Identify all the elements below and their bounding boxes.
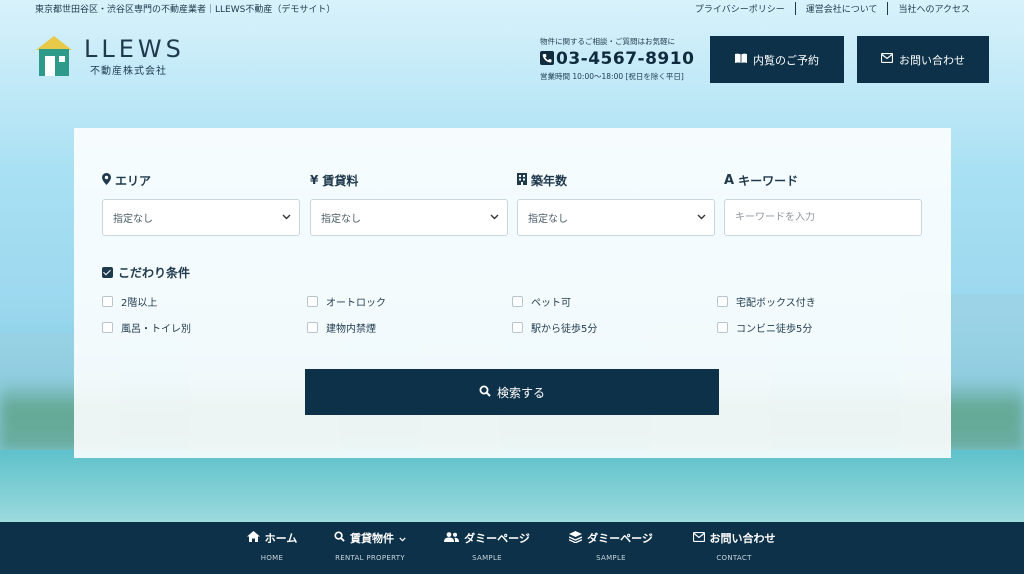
condition-option[interactable]: 建物内禁煙: [307, 320, 376, 335]
area-select-value: 指定なし: [113, 214, 153, 225]
top-bar: 東京都世田谷区・渋谷区専門の不動産業者｜LLEWS不動産（デモサイト） プライバ…: [0, 0, 1024, 16]
privacy-policy-link[interactable]: プライバシーポリシー: [685, 2, 795, 15]
search-panel: エリア 指定なし ¥ 賃貸料 指定なし 築年数 指定なし A キーワード キーワ…: [74, 128, 951, 458]
layers-icon: [568, 530, 583, 546]
building-age-field: 築年数 指定なし: [517, 172, 715, 236]
condition-checkbox[interactable]: [102, 322, 113, 333]
chevron-down-icon: [282, 212, 291, 223]
nav-sublabel: RENTAL PROPERTY: [335, 554, 405, 562]
contact-lead: 物件に関するご相談・ご質問はお気軽に: [540, 37, 675, 46]
condition-label: 駅から徒歩5分: [531, 324, 598, 335]
search-icon: [479, 385, 491, 400]
global-nav: ホーム HOME 賃貸物件 RENTAL PROPERTY ダミーページ SAM…: [0, 522, 1024, 574]
rent-select-value: 指定なし: [321, 214, 361, 225]
condition-checkbox[interactable]: [307, 296, 318, 307]
users-icon: [444, 531, 460, 545]
condition-option[interactable]: コンビニ徒歩5分: [717, 320, 812, 335]
logo-subtitle: 不動産株式会社: [90, 66, 167, 77]
chevron-down-icon: [399, 532, 406, 545]
conditions-title: こだわり条件: [118, 266, 191, 280]
nav-item-contact[interactable]: お問い合わせ CONTACT: [686, 530, 782, 562]
area-select[interactable]: 指定なし: [102, 199, 300, 236]
area-field: エリア 指定なし: [102, 172, 300, 236]
site-tagline: 東京都世田谷区・渋谷区専門の不動産業者｜LLEWS不動産（デモサイト）: [35, 5, 336, 15]
condition-checkbox[interactable]: [102, 296, 113, 307]
site-logo[interactable]: LLEWS 不動産株式会社: [36, 36, 185, 77]
keyword-input-wrap: [724, 199, 922, 236]
chevron-down-icon: [490, 212, 499, 223]
rent-select[interactable]: 指定なし: [310, 199, 508, 236]
envelope-icon: [692, 531, 705, 545]
check-square-icon: [102, 267, 113, 278]
yen-icon: ¥: [310, 173, 319, 187]
search-submit-label: 検索する: [496, 385, 545, 400]
condition-checkbox[interactable]: [717, 322, 728, 333]
nav-item-sample-1[interactable]: ダミーページ SAMPLE: [438, 530, 536, 562]
condition-option[interactable]: 駅から徒歩5分: [512, 320, 597, 335]
nav-sublabel: CONTACT: [716, 554, 752, 562]
chevron-down-icon: [697, 212, 706, 223]
envelope-icon: [880, 52, 894, 66]
viewing-reservation-button[interactable]: 内覧のご予約: [710, 36, 844, 83]
condition-label: 宅配ボックス付き: [736, 298, 816, 309]
access-link[interactable]: 当社へのアクセス: [887, 2, 980, 15]
house-logo-icon: [36, 36, 72, 76]
condition-checkbox[interactable]: [717, 296, 728, 307]
condition-label: 建物内禁煙: [326, 324, 376, 335]
keyword-field: A キーワード: [724, 172, 922, 236]
nav-label: 賃貸物件: [350, 532, 394, 545]
condition-checkbox[interactable]: [512, 296, 523, 307]
utility-links: プライバシーポリシー 運営会社について 当社へのアクセス: [685, 2, 980, 15]
nav-sublabel: SAMPLE: [472, 554, 502, 562]
reserve-label: 内覧のご予約: [753, 53, 819, 67]
condition-label: 2階以上: [121, 298, 158, 309]
home-icon: [246, 531, 260, 545]
phone-number[interactable]: 03-4567-8910: [556, 49, 694, 69]
nav-label: ダミーページ: [464, 532, 530, 545]
condition-option[interactable]: 2階以上: [102, 294, 157, 309]
business-hours: 営業時間 10:00〜18:00 [祝日を除く平日]: [540, 72, 684, 81]
building-age-select[interactable]: 指定なし: [517, 199, 715, 236]
area-label: エリア: [115, 173, 152, 188]
condition-label: コンビニ徒歩5分: [736, 324, 813, 335]
conditions-heading: こだわり条件: [102, 264, 190, 281]
condition-option[interactable]: 宅配ボックス付き: [717, 294, 816, 309]
condition-option[interactable]: オートロック: [307, 294, 386, 309]
nav-sublabel: SAMPLE: [596, 554, 626, 562]
condition-option[interactable]: ペット可: [512, 294, 571, 309]
condition-checkbox[interactable]: [307, 322, 318, 333]
logo-name: LLEWS: [84, 35, 185, 63]
condition-checkbox[interactable]: [512, 322, 523, 333]
rent-field: ¥ 賃貸料 指定なし: [310, 172, 508, 236]
building-age-select-value: 指定なし: [528, 214, 568, 225]
font-icon: A: [724, 172, 735, 188]
nav-label: お問い合わせ: [709, 532, 776, 545]
phone-icon: [540, 50, 554, 69]
nav-label: ホーム: [264, 532, 298, 545]
nav-label: ダミーページ: [587, 532, 653, 545]
nav-sublabel: HOME: [260, 554, 284, 562]
book-icon: [735, 53, 747, 66]
condition-label: オートロック: [326, 298, 386, 309]
condition-option[interactable]: 風呂・トイレ別: [102, 320, 191, 335]
building-icon: [517, 172, 527, 188]
inquiry-label: お問い合わせ: [899, 53, 965, 67]
nav-item-home[interactable]: ホーム HOME: [240, 530, 304, 562]
keyword-label: キーワード: [738, 173, 799, 188]
building-age-label: 築年数: [531, 173, 568, 188]
condition-label: 風呂・トイレ別: [121, 324, 191, 335]
inquiry-button[interactable]: お問い合わせ: [857, 36, 989, 83]
nav-item-sample-2[interactable]: ダミーページ SAMPLE: [562, 530, 660, 562]
company-info-link[interactable]: 運営会社について: [794, 2, 888, 15]
keyword-input[interactable]: [735, 212, 913, 223]
phone-contact: 物件に関するご相談・ご質問はお気軽に 03-4567-8910 営業時間 10:…: [540, 36, 700, 82]
condition-label: ペット可: [531, 298, 571, 309]
map-pin-icon: [102, 172, 111, 188]
search-icon: [334, 531, 345, 545]
nav-item-rental[interactable]: 賃貸物件 RENTAL PROPERTY: [326, 530, 414, 562]
water: [0, 450, 1024, 530]
search-submit-button[interactable]: 検索する: [305, 369, 719, 415]
rent-label: 賃貸料: [322, 173, 359, 188]
